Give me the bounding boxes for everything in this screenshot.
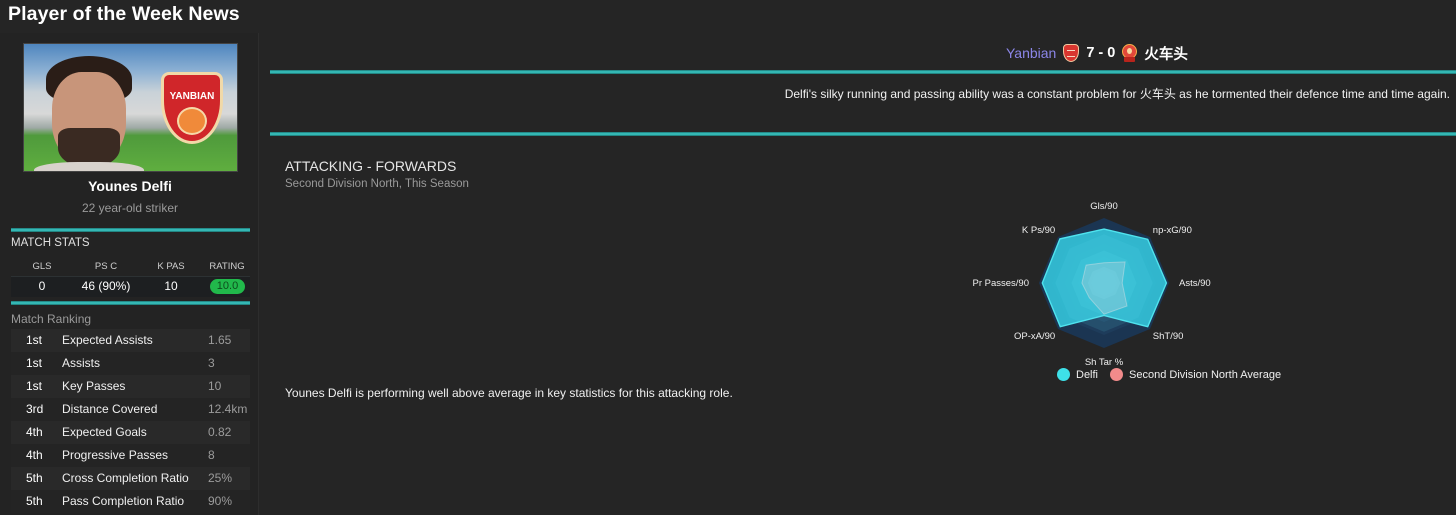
stats-header-psc: PS C bbox=[94, 261, 118, 272]
analysis-summary: Younes Delfi is performing well above av… bbox=[285, 386, 733, 400]
ranking-value: 12.4km bbox=[208, 402, 248, 416]
radar-axis-label: OP-xA/90 bbox=[1014, 331, 1055, 342]
player-description: 22 year-old striker bbox=[81, 201, 179, 215]
ranking-label: Distance Covered bbox=[62, 402, 158, 416]
match-description: Delfi's silky running and passing abilit… bbox=[784, 87, 1450, 101]
radar-axis-label: Sh Tar % bbox=[1085, 357, 1124, 368]
ranking-position: 5th bbox=[26, 471, 43, 485]
home-team-link[interactable]: Yanbian bbox=[1006, 45, 1056, 61]
match-ranking-title: Match Ranking bbox=[11, 312, 92, 326]
player-name[interactable]: Younes Delfi bbox=[0, 178, 260, 194]
ranking-row: 1st Key Passes 10 bbox=[11, 375, 250, 398]
ranking-value: 25% bbox=[208, 471, 233, 485]
ranking-position: 1st bbox=[26, 356, 43, 370]
match-ranking-list: 1st Expected Assists 1.65 1st Assists 3 1st K… bbox=[11, 329, 250, 513]
ranking-value: 10 bbox=[208, 379, 222, 393]
ranking-value: 90% bbox=[208, 494, 233, 508]
match-score[interactable]: 7 - 0 bbox=[1086, 45, 1115, 61]
radar-series bbox=[1041, 228, 1168, 332]
analysis-subtitle: Second Division North, This Season bbox=[285, 178, 469, 190]
radar-chart: Gls/90 np-xG/90 Asts/90 ShT/90 Sh Tar % OP-xA… bbox=[973, 201, 1211, 368]
away-team-crest-icon bbox=[1122, 44, 1138, 62]
ranking-label: Expected Goals bbox=[62, 425, 147, 439]
divider bbox=[270, 132, 1456, 136]
match-score-header: Yanbian 7 - 0 火车头 bbox=[1006, 42, 1188, 64]
ranking-row: 1st Assists 3 bbox=[11, 352, 250, 375]
ranking-position: 1st bbox=[26, 379, 43, 393]
radar-axis-label: ShT/90 bbox=[1153, 331, 1184, 342]
ranking-label: Key Passes bbox=[62, 379, 126, 393]
player-photo: YANBIAN bbox=[23, 43, 238, 172]
ranking-position: 5th bbox=[26, 494, 43, 508]
ranking-row: 3rd Distance Covered 12.4km bbox=[11, 398, 250, 421]
page-title: Player of the Week News bbox=[8, 3, 240, 25]
radar-axis-label: Asts/90 bbox=[1179, 278, 1211, 289]
divider bbox=[11, 301, 250, 305]
yanbian-crest-icon bbox=[1063, 44, 1080, 62]
radar-axis-label: K Ps/90 bbox=[1022, 225, 1055, 236]
stats-header-rating: RATING bbox=[209, 261, 245, 272]
stats-header-kpas: K PAS bbox=[157, 261, 185, 272]
ranking-position: 1st bbox=[26, 333, 43, 347]
ranking-row: 4th Progressive Passes 8 bbox=[11, 444, 250, 467]
tiger-icon bbox=[177, 107, 207, 135]
ranking-row: 5th Pass Completion Ratio 90% bbox=[11, 490, 250, 513]
ranking-value: 8 bbox=[208, 448, 215, 462]
ranking-row: 4th Expected Goals 0.82 bbox=[11, 421, 250, 444]
ranking-value: 0.82 bbox=[208, 425, 232, 439]
ranking-label: Progressive Passes bbox=[62, 448, 169, 462]
divider bbox=[11, 228, 250, 232]
ranking-label: Expected Assists bbox=[62, 333, 153, 347]
radar-axis-label: Gls/90 bbox=[1090, 201, 1117, 212]
ranking-position: 3rd bbox=[26, 402, 44, 416]
ranking-value: 3 bbox=[208, 356, 215, 370]
legend-item-delfi[interactable]: Delfi bbox=[1057, 368, 1098, 381]
legend-dot-delfi bbox=[1057, 368, 1070, 381]
ranking-value: 1.65 bbox=[208, 333, 232, 347]
radar-axis-label: Pr Passes/90 bbox=[973, 278, 1030, 289]
legend-dot-average bbox=[1110, 368, 1124, 381]
stats-header-gls: GLS bbox=[32, 261, 52, 272]
ranking-label: Assists bbox=[62, 356, 101, 370]
club-crest-icon: YANBIAN bbox=[161, 72, 223, 144]
match-stats-title: MATCH STATS bbox=[11, 237, 90, 249]
club-crest-text: YANBIAN bbox=[169, 91, 215, 102]
ranking-row: 1st Expected Assists 1.65 bbox=[11, 329, 250, 352]
ranking-label: Pass Completion Ratio bbox=[62, 494, 185, 508]
rating-badge: 10.0 bbox=[210, 279, 245, 294]
legend-label: Delfi bbox=[1076, 368, 1099, 381]
ranking-row: 5th Cross Completion Ratio 25% bbox=[11, 467, 250, 490]
away-team-link[interactable]: 火车头 bbox=[1144, 43, 1188, 64]
stat-key-passes: 10 bbox=[164, 279, 178, 293]
divider bbox=[270, 70, 1456, 74]
legend-label: Second Division North Average bbox=[1129, 368, 1282, 381]
radar-axis-label: np-xG/90 bbox=[1153, 225, 1192, 236]
ranking-label: Cross Completion Ratio bbox=[62, 471, 189, 485]
ranking-position: 4th bbox=[26, 448, 43, 462]
player-shirt bbox=[34, 162, 144, 171]
chart-legend: Delfi Second Division North Average bbox=[1057, 368, 1293, 381]
ranking-position: 4th bbox=[26, 425, 43, 439]
analysis-title: ATTACKING - FORWARDS bbox=[285, 158, 457, 174]
legend-item-average[interactable]: Second Division North Average bbox=[1110, 368, 1281, 381]
